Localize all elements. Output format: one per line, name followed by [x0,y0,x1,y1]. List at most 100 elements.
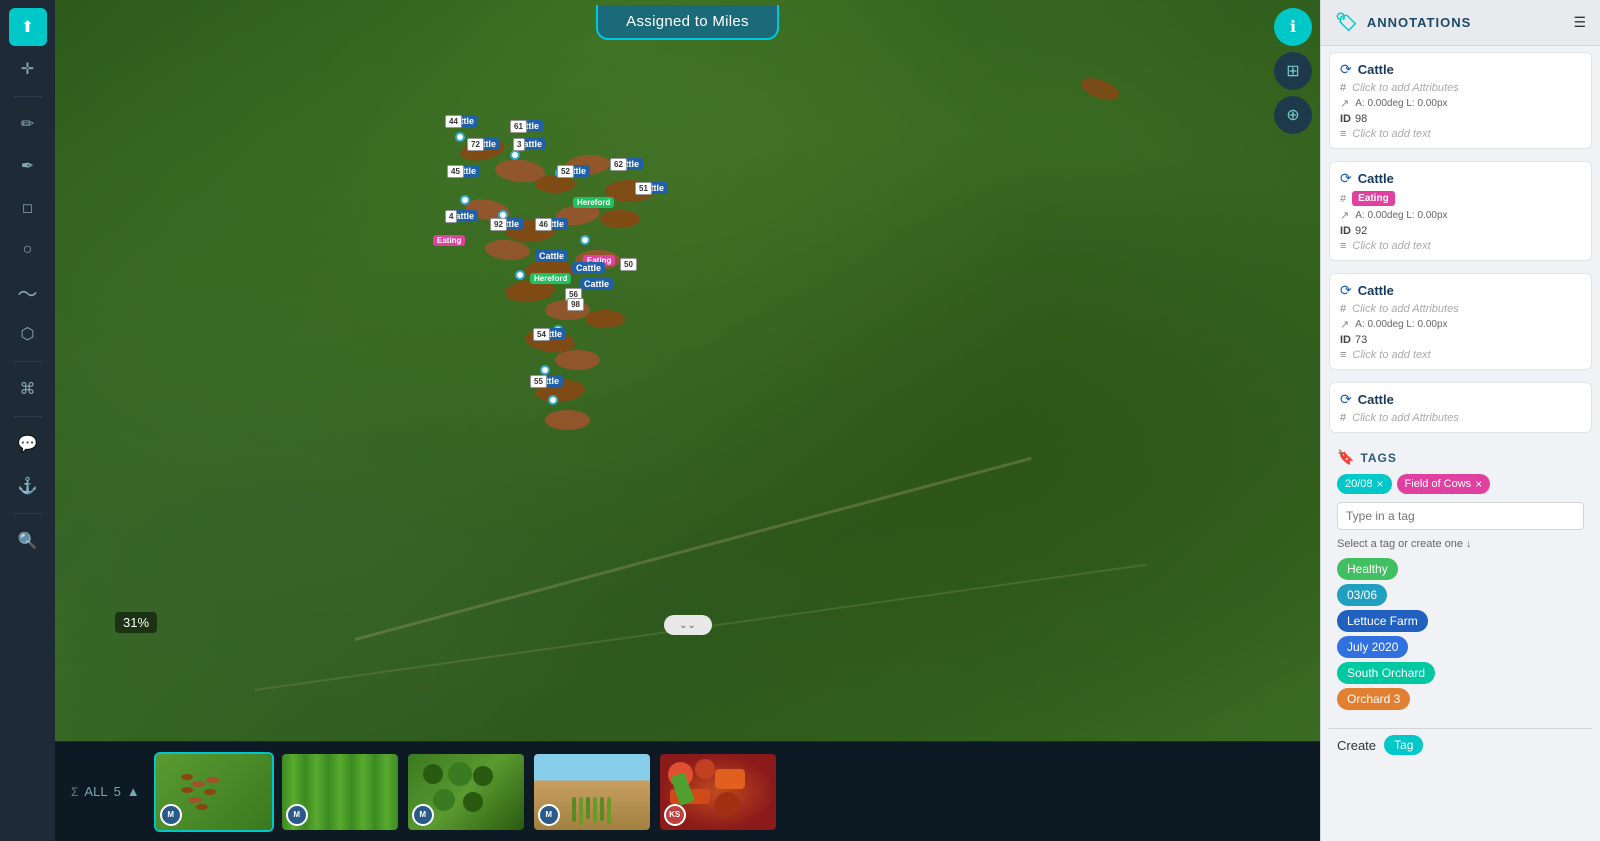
left-toolbar: ⬆ ✛ ✏ ✒ ◻ ○ 〜 ⬡ ⌘ 💬 ⚓ 🔍 [0,0,55,841]
filmstrip-thumb-2[interactable]: M [280,752,400,832]
text-icon-2: ≡ [1340,240,1346,252]
ann-attr-1[interactable]: Click to add Attributes [1352,82,1459,94]
thumb-avatar-5: KS [664,804,686,826]
thumb-avatar-1: M [160,804,182,826]
film-counter: Σ ALL 5 ▲ [63,784,148,799]
sigma-icon: Σ [71,785,78,799]
panel-toggle-button[interactable]: ☰ [1573,14,1586,31]
cattle-dot [510,150,520,160]
right-panel: 🏷 ANNOTATIONS ☰ ⟳ Cattle # Click to add … [1320,0,1600,841]
create-tag-button[interactable]: Tag [1384,735,1423,755]
active-tags: 20/08 × Field of Cows × [1337,474,1584,494]
thumb-avatar-2: M [286,804,308,826]
tag-input[interactable] [1337,502,1584,530]
counter-count: 5 [114,784,121,799]
ann-attr-4[interactable]: Click to add Attributes [1352,412,1459,424]
ann-id-val-1: 98 [1355,113,1367,125]
tag-chip-2008-remove[interactable]: × [1377,477,1384,491]
ann-shape-icon-2: ⟳ [1340,170,1352,187]
text-icon-1: ≡ [1340,128,1346,140]
map-action-buttons: ℹ ⊞ ⊕ [1274,8,1312,134]
toolbar-divider-2 [13,361,43,362]
cattle-dot [540,365,550,375]
filmstrip-thumb-3[interactable]: M [406,752,526,832]
filmstrip-thumb-4[interactable]: M [532,752,652,832]
thumb-avatar-4: M [538,804,560,826]
tag-chip-2008-label: 20/08 [1345,478,1373,490]
ann-id-label-3: ID [1340,334,1351,346]
create-label: Create [1337,738,1376,753]
thumb-avatar-3: M [412,804,434,826]
ann-text-2[interactable]: Click to add text [1352,240,1430,252]
link-tool[interactable]: ⚓ [9,467,47,505]
map-canvas[interactable]: Assigned to Miles ℹ ⊞ ⊕ [55,0,1320,741]
hash-icon-3: # [1340,303,1346,315]
cursor-tool[interactable]: ⬆ [9,8,47,46]
ann-label-4: Cattle [1358,392,1394,407]
search-map-tool[interactable]: 🔍 [9,522,47,560]
ann-label-3: Cattle [1358,283,1394,298]
filmstrip-thumb-1[interactable]: M [154,752,274,832]
chat-tool[interactable]: 💬 [9,425,47,463]
toolbar-divider-3 [13,416,43,417]
ann-shape-icon-4: ⟳ [1340,391,1352,408]
tag-chip-2008[interactable]: 20/08 × [1337,474,1392,494]
info-button[interactable]: ℹ [1274,8,1312,46]
tag-suggestion-july2020[interactable]: July 2020 [1337,636,1408,658]
hereford-tag-2[interactable]: Hereford [530,268,571,286]
tag-select-hint: Select a tag or create one ↓ [1337,538,1584,550]
ann-label-1: Cattle [1358,62,1394,77]
node-tool[interactable]: ⌘ [9,370,47,408]
crosshair-tool[interactable]: ✛ [9,50,47,88]
toolbar-divider-4 [13,513,43,514]
ann-attr-3[interactable]: Click to add Attributes [1352,303,1459,315]
cattle-dot [460,195,470,205]
pencil-tool[interactable]: ✒ [9,147,47,185]
filmstrip-thumb-5[interactable]: KS [658,752,778,832]
tag-suggestion-0306[interactable]: 03/06 [1337,584,1387,606]
ann-label-2: Cattle [1358,171,1394,186]
ann-eating-tag[interactable]: Eating [1352,191,1395,206]
ann-text-1[interactable]: Click to add text [1352,128,1430,140]
grid-button[interactable]: ⊞ [1274,52,1312,90]
layers-button[interactable]: ⊕ [1274,96,1312,134]
ann-id-val-2: 92 [1355,225,1367,237]
ann-shape-icon-3: ⟳ [1340,282,1352,299]
arrow-icon-3: ↗ [1340,318,1349,331]
tag-chip-fieldofcows-remove[interactable]: × [1475,477,1482,491]
tag-suggestion-orchard3[interactable]: Orchard 3 [1337,688,1410,710]
tags-label-icon: 🔖 [1337,449,1354,466]
tag-chip-fieldofcows-label: Field of Cows [1405,478,1472,490]
filmstrip: Σ ALL 5 ▲ M M [55,741,1320,841]
wave-tool[interactable]: 〜 [9,273,47,311]
eating-tag-1[interactable]: Eating [433,230,465,248]
sort-icon[interactable]: ▲ [127,784,140,799]
ann-id-val-3: 73 [1355,334,1367,346]
text-icon-3: ≡ [1340,349,1346,361]
collapse-filmstrip-button[interactable]: ⌄⌄ [664,615,712,635]
tag-suggestion-lettuce[interactable]: Lettuce Farm [1337,610,1428,632]
annotation-item-2: ⟳ Cattle # Eating ↗ A: 0.00deg L: 0.00px… [1329,161,1592,261]
panel-header: 🏷 ANNOTATIONS ☰ [1321,0,1600,46]
hereford-tag-1[interactable]: Hereford [573,192,614,210]
cube-tool[interactable]: ⬡ [9,315,47,353]
ann-text-3[interactable]: Click to add text [1352,349,1430,361]
pen-tool[interactable]: ✏ [9,105,47,143]
annotation-item-4: ⟳ Cattle # Click to add Attributes [1329,382,1592,433]
tag-suggestion-healthy[interactable]: Healthy [1337,558,1398,580]
tag-suggestions: Healthy 03/06 Lettuce Farm July 2020 Sou… [1337,558,1584,710]
tag-chip-fieldofcows[interactable]: Field of Cows × [1397,474,1491,494]
ann-coord-3: A: 0.00deg L: 0.00px [1355,319,1447,330]
toolbar-divider-1 [13,96,43,97]
ann-shape-icon-1: ⟳ [1340,61,1352,78]
hash-icon-2: # [1340,193,1346,205]
tag-suggestion-southorchard[interactable]: South Orchard [1337,662,1435,684]
counter-label: ALL [84,784,107,799]
cattle-dot [455,132,465,142]
main-area: Assigned to Miles ℹ ⊞ ⊕ [55,0,1320,841]
eraser-tool[interactable]: ◻ [9,189,47,227]
circle-tool[interactable]: ○ [9,231,47,269]
cattle-dot [515,270,525,280]
ann-id-label-2: ID [1340,225,1351,237]
annotations-icon: 🏷 [1335,12,1359,33]
